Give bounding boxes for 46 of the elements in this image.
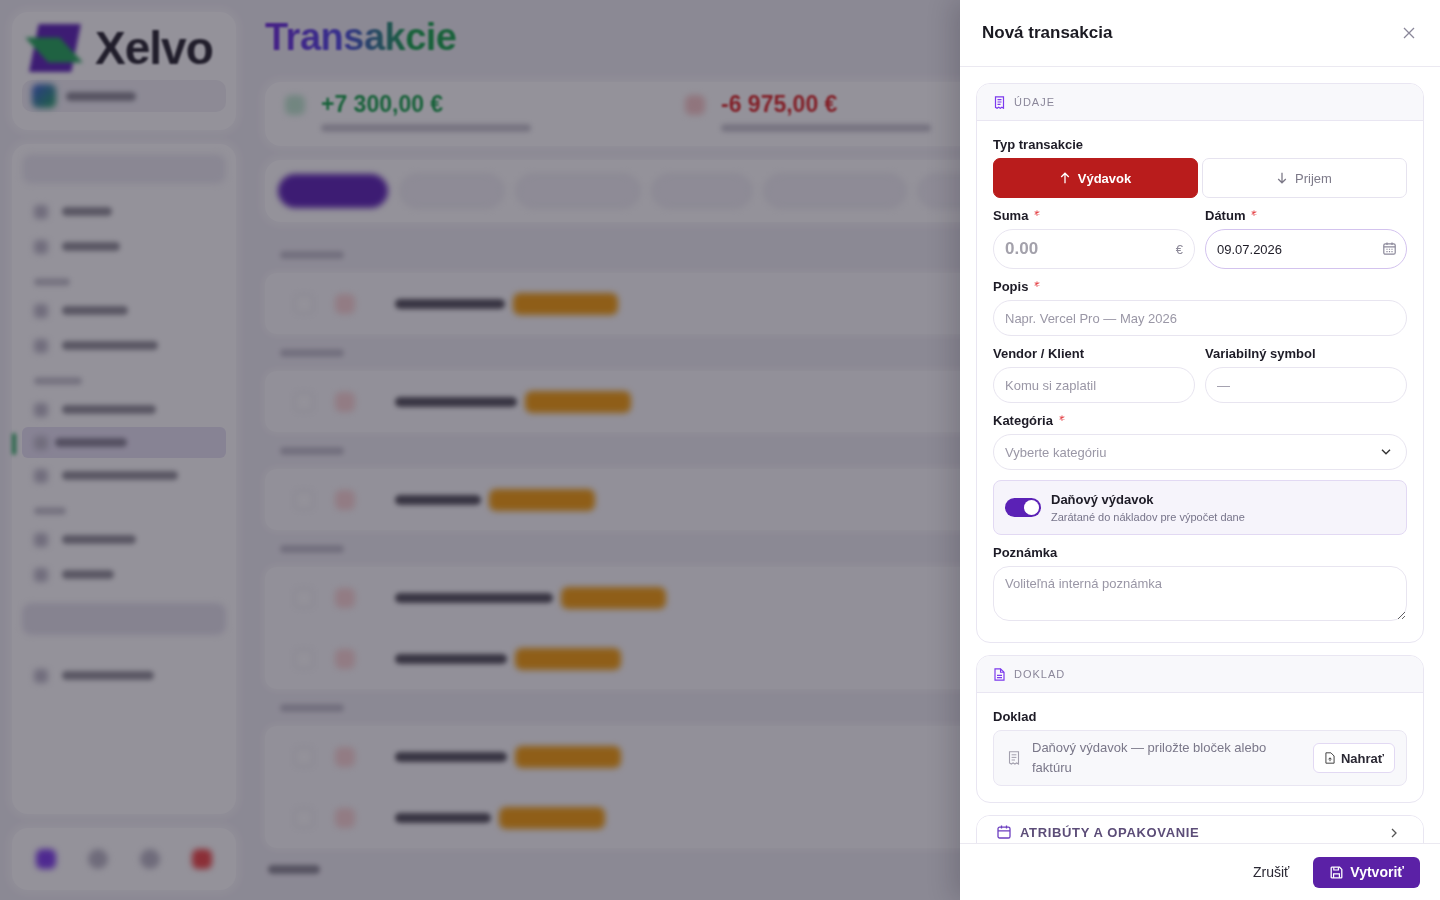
save-icon [1330,865,1344,879]
date-input[interactable]: 09.07.2026 [1205,229,1407,269]
text-input[interactable]: Napr. Vercel Pro — May 2026 [993,300,1407,336]
field-label: Dátum [1205,208,1246,224]
section-heading: ÚDAJE [1014,96,1055,108]
receipt-icon [994,95,1005,109]
field-label: Suma [993,208,1029,224]
blurred-pagination [268,865,320,874]
upload-button[interactable]: Nahrať [1312,743,1395,773]
transaction-type-tab[interactable]: Výdavok [993,158,1198,198]
logo-mark-icon [25,24,83,72]
field-label: Vendor / Klient [993,346,1084,362]
section-heading: DOKLAD [1014,668,1066,680]
field-label: Popis [993,279,1029,295]
file-upload-icon [1324,752,1335,764]
file-icon [994,667,1005,681]
transaction-type-tab[interactable]: Prijem [1202,158,1407,198]
blurred-stat-icon [285,95,305,115]
calendar-icon [997,825,1011,839]
note-textarea[interactable]: Voliteľná interná poznámka [993,566,1407,621]
total-amount: +7 300,00 € [321,90,445,118]
calendar-icon [1383,242,1396,255]
field-label: Doklad [993,709,1037,725]
field-label: Kategória [993,413,1053,429]
drawer-title: Nová transakcia [982,23,1113,43]
text-input[interactable]: — [1205,367,1407,403]
arrow-up-icon [1059,172,1070,184]
blurred-stat-icon [685,95,705,115]
receipt-icon [1008,751,1020,765]
chevron-down-icon [1381,449,1391,455]
toggle-label: Daňový výdavok [1051,491,1154,508]
field-label: Variabilný symbol [1205,346,1316,362]
create-button[interactable]: Vytvoriť [1313,856,1420,888]
toggle-description: Zarátané do nákladov pre výpočet dane [1051,510,1245,524]
toggle-switch[interactable] [1005,498,1041,517]
field-label: Poznámka [993,545,1058,561]
app-logo: Xelvo [95,22,213,74]
field-label: Typ transakcie [993,137,1084,153]
text-input[interactable]: Komu si zaplatil [993,367,1195,403]
attachment-hint: Daňový výdavok — priložte bloček alebo faktúru [1032,739,1268,777]
total-amount: -6 975,00 € [721,90,839,118]
currency-symbol: € [1175,241,1183,257]
cancel-button[interactable]: Zrušiť [1244,856,1298,888]
close-icon [1403,27,1415,39]
attachment-dropzone[interactable]: Daňový výdavok — priložte bloček alebo faktúru Nahrať [993,730,1407,786]
arrow-down-icon [1277,172,1288,184]
